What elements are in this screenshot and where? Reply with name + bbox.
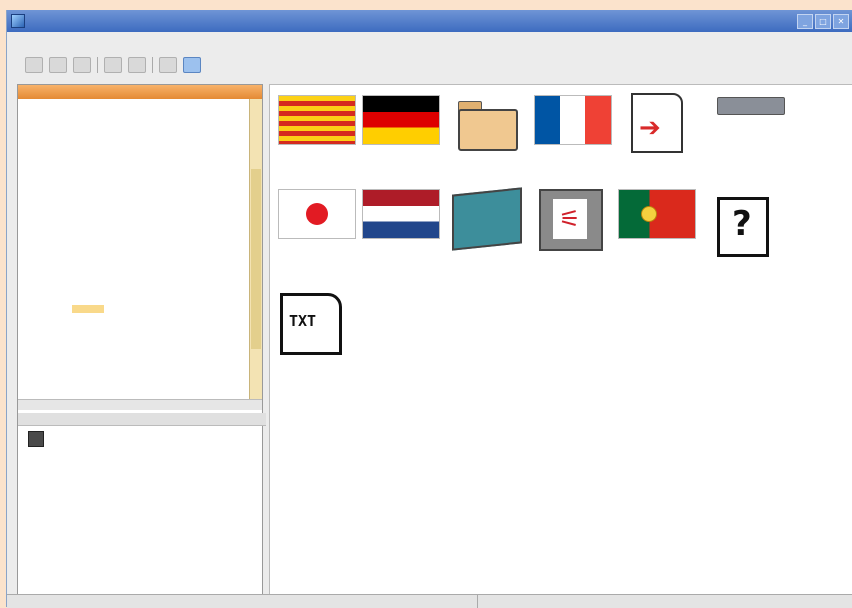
tree-item[interactable]	[18, 207, 246, 219]
toolbar-button-3[interactable]	[73, 57, 91, 73]
drive-icon	[717, 97, 785, 115]
file-item[interactable]	[272, 95, 362, 150]
status-bar	[7, 594, 852, 608]
toolbar-button-6[interactable]	[159, 57, 177, 73]
portugal-flag-icon	[618, 189, 696, 239]
toolbar-button-1[interactable]	[25, 57, 43, 73]
tree-item[interactable]	[18, 159, 246, 171]
file-item[interactable]	[442, 187, 532, 252]
toolbar-button-5[interactable]	[128, 57, 146, 73]
tree-item[interactable]	[18, 219, 246, 231]
pdf-glyph: ⚟	[559, 205, 581, 233]
folder-icon	[456, 99, 518, 151]
japan-flag-icon	[278, 189, 356, 239]
file-item[interactable]	[442, 99, 532, 156]
navigation-pane	[17, 84, 266, 602]
germany-flag-icon	[362, 95, 440, 145]
scrollbar-thumb[interactable]	[251, 169, 261, 349]
toolbar-separator	[152, 57, 153, 73]
file-item[interactable]	[356, 95, 446, 150]
netherlands-flag-icon	[362, 189, 440, 239]
file-item[interactable]	[612, 93, 702, 158]
tree-item[interactable]	[18, 111, 246, 123]
properties-header	[18, 413, 266, 426]
file-item[interactable]	[612, 189, 702, 244]
app-icon	[11, 14, 25, 28]
toolbar	[7, 50, 852, 80]
txt-file-icon: TXT	[280, 293, 342, 355]
france-flag-icon	[534, 95, 612, 145]
unknown-file-icon	[717, 197, 769, 257]
file-item[interactable]	[706, 97, 796, 120]
minimize-button[interactable]: _	[797, 14, 813, 29]
tree-item[interactable]	[18, 123, 246, 135]
file-item[interactable]	[528, 95, 618, 150]
app-window: _ □ ✕ ➔ ⚟ ? TXT	[6, 10, 852, 608]
toolbar-button-7[interactable]	[183, 57, 201, 73]
dumpster-icon	[452, 187, 522, 251]
status-panel	[477, 595, 534, 608]
menu-bar	[7, 34, 852, 48]
tree-item[interactable]	[18, 267, 246, 279]
tree-horizontal-scrollbar[interactable]	[18, 399, 262, 410]
tree-vertical-scrollbar[interactable]	[249, 99, 262, 399]
tree-item-label	[72, 305, 104, 313]
file-item[interactable]	[272, 189, 362, 244]
file-item[interactable]	[698, 197, 788, 262]
tree-item[interactable]	[18, 255, 246, 267]
tree-item[interactable]	[18, 243, 246, 255]
tree-header	[18, 85, 262, 99]
tree-item[interactable]	[18, 147, 246, 159]
tree-item[interactable]	[18, 291, 246, 303]
tree-item[interactable]	[18, 327, 246, 339]
window-controls: _ □ ✕	[797, 14, 849, 29]
properties-icon[interactable]	[28, 431, 44, 447]
file-item[interactable]: TXT	[266, 293, 356, 360]
tree-item[interactable]	[18, 315, 246, 327]
tree-item[interactable]	[18, 303, 246, 315]
file-item[interactable]: ⚟	[526, 189, 616, 256]
export-document-icon	[631, 93, 683, 153]
title-bar[interactable]: _ □ ✕	[7, 10, 852, 32]
tree-item[interactable]	[18, 279, 246, 291]
tree-item[interactable]	[18, 231, 246, 243]
file-item[interactable]	[356, 189, 446, 244]
tree-item[interactable]	[18, 183, 246, 195]
tree-item[interactable]	[18, 135, 246, 147]
folder-tree	[18, 99, 246, 399]
catalonia-flag-icon	[278, 95, 356, 145]
toolbar-button-4[interactable]	[104, 57, 122, 73]
tree-item[interactable]	[18, 195, 246, 207]
toolbar-button-2[interactable]	[49, 57, 67, 73]
tree-item[interactable]	[18, 171, 246, 183]
close-button[interactable]: ✕	[833, 14, 849, 29]
pdf-icon: ⚟	[539, 189, 603, 251]
tree-item[interactable]	[18, 99, 246, 111]
maximize-button[interactable]: □	[815, 14, 831, 29]
toolbar-separator	[97, 57, 98, 73]
txt-glyph: TXT	[289, 312, 317, 330]
file-view: ⚟ TXT	[269, 84, 852, 596]
